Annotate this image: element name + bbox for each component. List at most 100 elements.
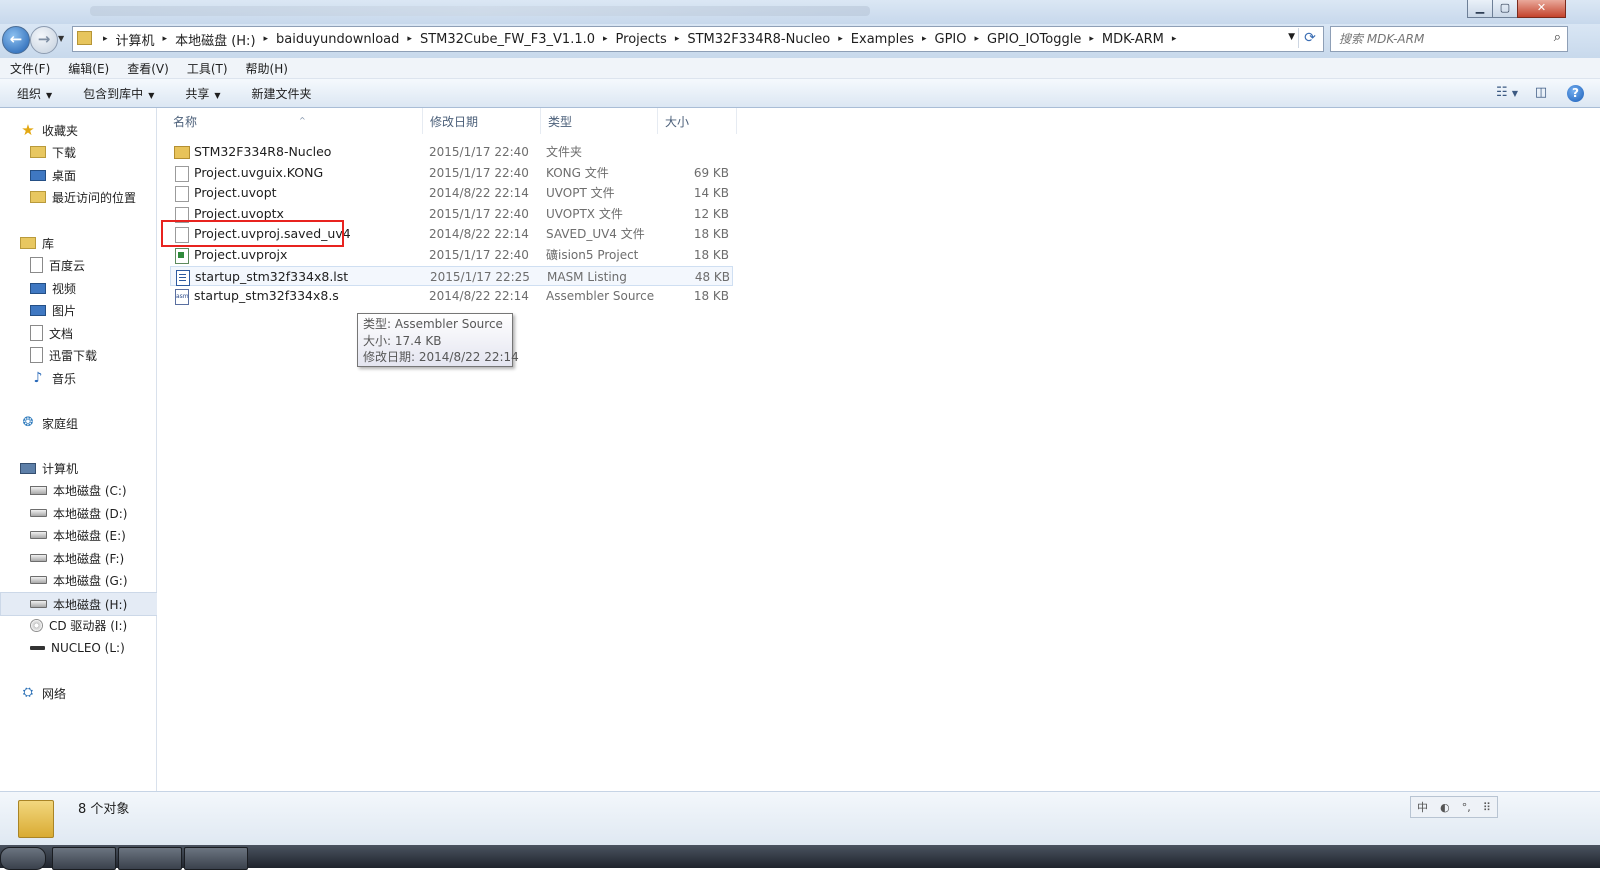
taskbar-button-app[interactable] [184, 847, 248, 870]
breadcrumb-separator-icon[interactable]: ▸ [595, 34, 616, 44]
nav-label: 本地磁盘 (G:) [53, 573, 128, 588]
menu-help[interactable]: 帮助(H) [236, 60, 296, 77]
search-input[interactable] [1337, 28, 1541, 50]
breadcrumb-item[interactable]: GPIO_IOToggle [987, 32, 1081, 47]
project-icon [175, 248, 189, 264]
hard-drive-icon [30, 554, 47, 562]
nav-label: 视频 [52, 281, 77, 296]
maximize-button[interactable]: ▢ [1492, 0, 1518, 18]
file-type: UVOPTX 文件 [546, 206, 623, 221]
organize-button[interactable]: 组织 ▼ [0, 85, 66, 102]
ime-punct-icon[interactable]: °, [1462, 801, 1471, 814]
breadcrumb-item[interactable]: MDK-ARM [1102, 32, 1164, 47]
file-size: 18 KB [693, 289, 729, 304]
recent-places-icon [30, 191, 46, 203]
menu-file[interactable]: 文件(F) [0, 60, 58, 77]
preview-pane-icon[interactable]: ◫ [1529, 83, 1553, 103]
share-button[interactable]: 共享 ▼ [168, 85, 234, 102]
breadcrumb-separator-icon[interactable]: ▸ [155, 34, 176, 44]
start-button[interactable] [0, 847, 46, 870]
breadcrumb-separator-icon[interactable]: ▸ [1164, 34, 1185, 44]
breadcrumb-separator-icon[interactable]: ▸ [914, 34, 935, 44]
breadcrumb-separator-icon[interactable]: ▸ [966, 34, 987, 44]
breadcrumb-item[interactable]: Projects [616, 32, 667, 47]
minimize-button[interactable]: ▁ [1467, 0, 1493, 18]
ime-softkbd-icon[interactable]: ⠿ [1483, 801, 1491, 814]
ime-mode-icon[interactable]: 中 [1417, 799, 1428, 815]
column-header-date[interactable]: 修改日期 [423, 108, 541, 134]
file-row[interactable]: Project.uvguix.KONG 2015/1/17 22:40 KONG 文… [170, 163, 733, 183]
ime-width-icon[interactable]: ◐ [1440, 801, 1450, 814]
breadcrumb-item[interactable]: Examples [851, 32, 914, 47]
file-date: 2015/1/17 22:40 [429, 165, 529, 180]
column-header-name[interactable]: ^ 名称 [166, 108, 423, 134]
taskbar-button-explorer[interactable] [118, 847, 182, 870]
nav-favorites[interactable]: ★ 收藏夹 [0, 119, 176, 141]
file-list-pane: ^ 名称 修改日期 类型 大小 STM32F334R8-Nucleo 2015/1… [157, 108, 1600, 791]
nav-label: 网络 [42, 686, 67, 701]
file-name: STM32F334R8-Nucleo [194, 144, 332, 159]
breadcrumb-separator-icon[interactable]: ▸ [95, 34, 116, 44]
help-icon[interactable]: ? [1567, 84, 1584, 102]
file-row[interactable]: asm startup_stm32f334x8.s 2014/8/22 22:14 A… [170, 286, 733, 306]
breadcrumb-item[interactable]: STM32Cube_FW_F3_V1.1.0 [420, 32, 595, 47]
ime-toolbar[interactable]: 中 ◐ °, ⠿ [1410, 796, 1498, 818]
hard-drive-icon [30, 509, 47, 517]
file-date: 2015/1/17 22:25 [430, 269, 530, 284]
blurred-title-area [90, 6, 870, 16]
file-row[interactable]: startup_stm32f334x8.lst 2015/1/17 22:25 MA… [170, 265, 733, 286]
chevron-down-icon: ▼ [46, 90, 53, 100]
nav-network[interactable]: ⛭ 网络 [0, 682, 176, 704]
breadcrumb-separator-icon[interactable]: ▸ [1081, 34, 1102, 44]
system-drive-icon [30, 485, 47, 495]
nav-homegroup[interactable]: ❂ 家庭组 [0, 412, 176, 434]
breadcrumb-item[interactable]: baiduyundownload [276, 32, 399, 47]
menu-edit[interactable]: 编辑(E) [58, 60, 117, 77]
forward-button[interactable]: → [30, 26, 58, 54]
column-header-type[interactable]: 类型 [541, 108, 658, 134]
menu-view[interactable]: 查看(V) [117, 60, 177, 77]
view-options-icon[interactable]: ☷ ▼ [1495, 83, 1519, 103]
video-icon [30, 282, 46, 294]
breadcrumb-separator-icon[interactable]: ▸ [830, 34, 851, 44]
address-bar[interactable]: ▸ 计算机 ▸ 本地磁盘 (H:) ▸ baiduyundownload ▸ STM32Cub… [72, 26, 1324, 52]
nav-label: 图片 [52, 303, 77, 318]
file-row[interactable]: Project.uvprojx 2015/1/17 22:40 礦ision5 Pr… [170, 245, 733, 265]
breadcrumb-item[interactable]: 计算机 [116, 30, 155, 49]
nav-computer[interactable]: 计算机 [0, 457, 176, 479]
search-icon[interactable]: ⌕ [1554, 30, 1561, 45]
menu-tools[interactable]: 工具(T) [177, 60, 236, 77]
address-dropdown-icon[interactable]: ▼ [1288, 32, 1295, 42]
red-highlight-box [161, 220, 344, 247]
file-row[interactable]: Project.uvopt 2014/8/22 22:14 UVOPT 文件 14 K… [170, 183, 733, 203]
nav-label: 百度云 [49, 258, 86, 273]
nav-drive-h[interactable]: 本地磁盘 (H:) [0, 592, 183, 616]
column-header-size[interactable]: 大小 [658, 108, 737, 134]
taskbar [0, 845, 1600, 870]
file-type: Assembler Source [546, 289, 655, 304]
file-date: 2015/1/17 22:40 [429, 206, 529, 221]
taskbar-button-ie[interactable] [52, 847, 116, 870]
breadcrumb-item[interactable]: GPIO [935, 32, 967, 47]
xunlei-download-icon [30, 347, 43, 363]
refresh-button[interactable]: ⟳ [1298, 28, 1321, 48]
breadcrumb-separator-icon[interactable]: ▸ [399, 34, 420, 44]
breadcrumb-separator-icon[interactable]: ▸ [667, 34, 688, 44]
search-box[interactable]: ⌕ [1330, 26, 1568, 52]
breadcrumb-item[interactable]: 本地磁盘 (H:) [175, 30, 255, 49]
command-toolbar: 组织 ▼ 包含到库中 ▼ 共享 ▼ 新建文件夹 ☷ ▼ ◫ ? [0, 79, 1600, 108]
nav-label: 计算机 [42, 461, 79, 476]
file-row[interactable]: STM32F334R8-Nucleo 2015/1/17 22:40 文件夹 [170, 142, 733, 162]
breadcrumb-separator-icon[interactable]: ▸ [256, 34, 277, 44]
listing-icon [176, 269, 190, 286]
star-icon: ★ [21, 121, 35, 139]
back-button[interactable]: ← [2, 26, 30, 54]
nav-libraries[interactable]: 库 [0, 232, 176, 254]
close-button[interactable]: ✕ [1517, 0, 1566, 18]
history-dropdown-icon[interactable]: ▼ [58, 34, 64, 43]
menu-bar: 文件(F) 编辑(E) 查看(V) 工具(T) 帮助(H) [0, 58, 1600, 79]
new-folder-button[interactable]: 新建文件夹 [235, 85, 326, 102]
file-date: 2014/8/22 22:14 [429, 289, 529, 304]
include-in-library-button[interactable]: 包含到库中 ▼ [66, 85, 168, 102]
breadcrumb-item[interactable]: STM32F334R8-Nucleo [687, 32, 830, 47]
